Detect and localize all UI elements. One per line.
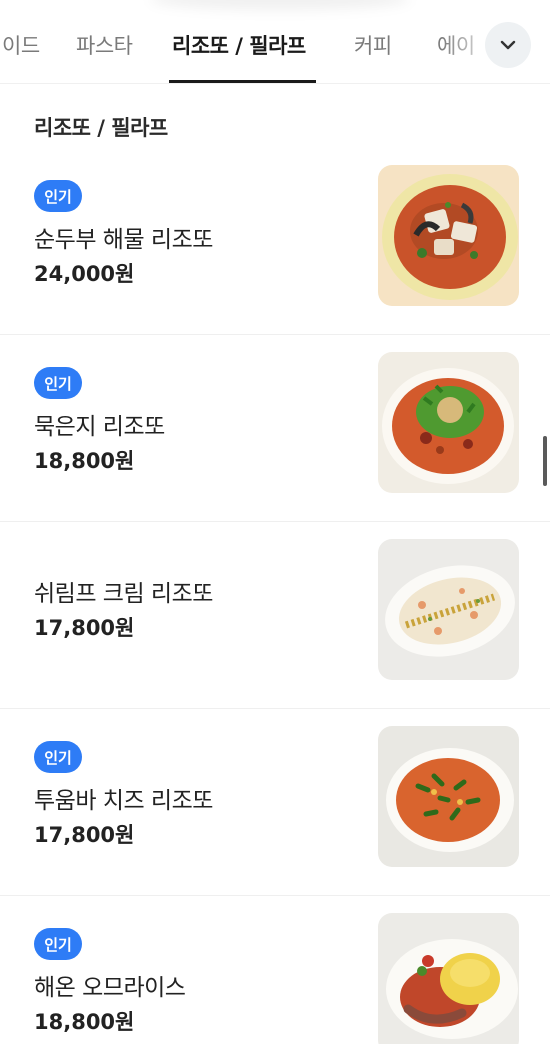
menu-item[interactable]: 인기 투움바 치즈 리조또 17,800원 bbox=[0, 709, 550, 896]
item-price: 18,800원 bbox=[34, 449, 135, 473]
active-tab-underline bbox=[169, 80, 316, 83]
expand-categories-button[interactable] bbox=[485, 22, 531, 68]
menu-item[interactable]: 인기 순두부 해물 리조또 24,000원 bbox=[0, 148, 550, 335]
tab-risotto-pilaf[interactable]: 리조또 / 필라프 bbox=[172, 30, 306, 60]
tab-pasta[interactable]: 파스타 bbox=[76, 30, 133, 60]
popular-badge: 인기 bbox=[34, 928, 82, 960]
tabbar-shadow bbox=[150, 0, 410, 10]
popular-badge: 인기 bbox=[34, 180, 82, 212]
item-name: 묵은지 리조또 bbox=[34, 414, 165, 440]
popular-badge: 인기 bbox=[34, 741, 82, 773]
menu-screen: 이드 파스타 리조또 / 필라프 커피 에이 리조또 / 필라프 인기 순두부 … bbox=[0, 0, 550, 1044]
section-title: 리조또 / 필라프 bbox=[34, 116, 168, 140]
item-image[interactable] bbox=[378, 913, 519, 1044]
popular-badge: 인기 bbox=[34, 367, 82, 399]
item-image[interactable] bbox=[378, 165, 519, 306]
shrimp-cream-risotto-image bbox=[378, 539, 519, 680]
item-image[interactable] bbox=[378, 539, 519, 680]
toowoomba-cheese-risotto-image bbox=[378, 726, 519, 867]
item-price: 17,800원 bbox=[34, 616, 135, 640]
tomato-seafood-risotto-image bbox=[378, 165, 519, 306]
item-image[interactable] bbox=[378, 726, 519, 867]
category-tab-bar: 이드 파스타 리조또 / 필라프 커피 에이 bbox=[0, 0, 550, 84]
scrollbar[interactable] bbox=[543, 436, 547, 486]
item-image[interactable] bbox=[378, 352, 519, 493]
menu-item[interactable]: 인기 묵은지 리조또 18,800원 bbox=[0, 335, 550, 522]
item-name: 투움바 치즈 리조또 bbox=[34, 788, 213, 814]
menu-item[interactable]: 쉬림프 크림 리조또 17,800원 bbox=[0, 522, 550, 709]
chevron-down-icon bbox=[500, 40, 516, 50]
tab-coffee[interactable]: 커피 bbox=[354, 30, 392, 60]
item-name: 순두부 해물 리조또 bbox=[34, 227, 213, 253]
menu-item[interactable]: 인기 해온 오므라이스 18,800원 bbox=[0, 896, 550, 1044]
omurice-with-sauce-image bbox=[378, 913, 519, 1044]
item-name: 해온 오므라이스 bbox=[34, 975, 186, 1001]
item-price: 24,000원 bbox=[34, 262, 135, 286]
kimchi-risotto-greens-image bbox=[378, 352, 519, 493]
item-price: 18,800원 bbox=[34, 1010, 135, 1034]
item-price: 17,800원 bbox=[34, 823, 135, 847]
tab-side[interactable]: 이드 bbox=[2, 30, 40, 60]
item-name: 쉬림프 크림 리조또 bbox=[34, 581, 213, 607]
